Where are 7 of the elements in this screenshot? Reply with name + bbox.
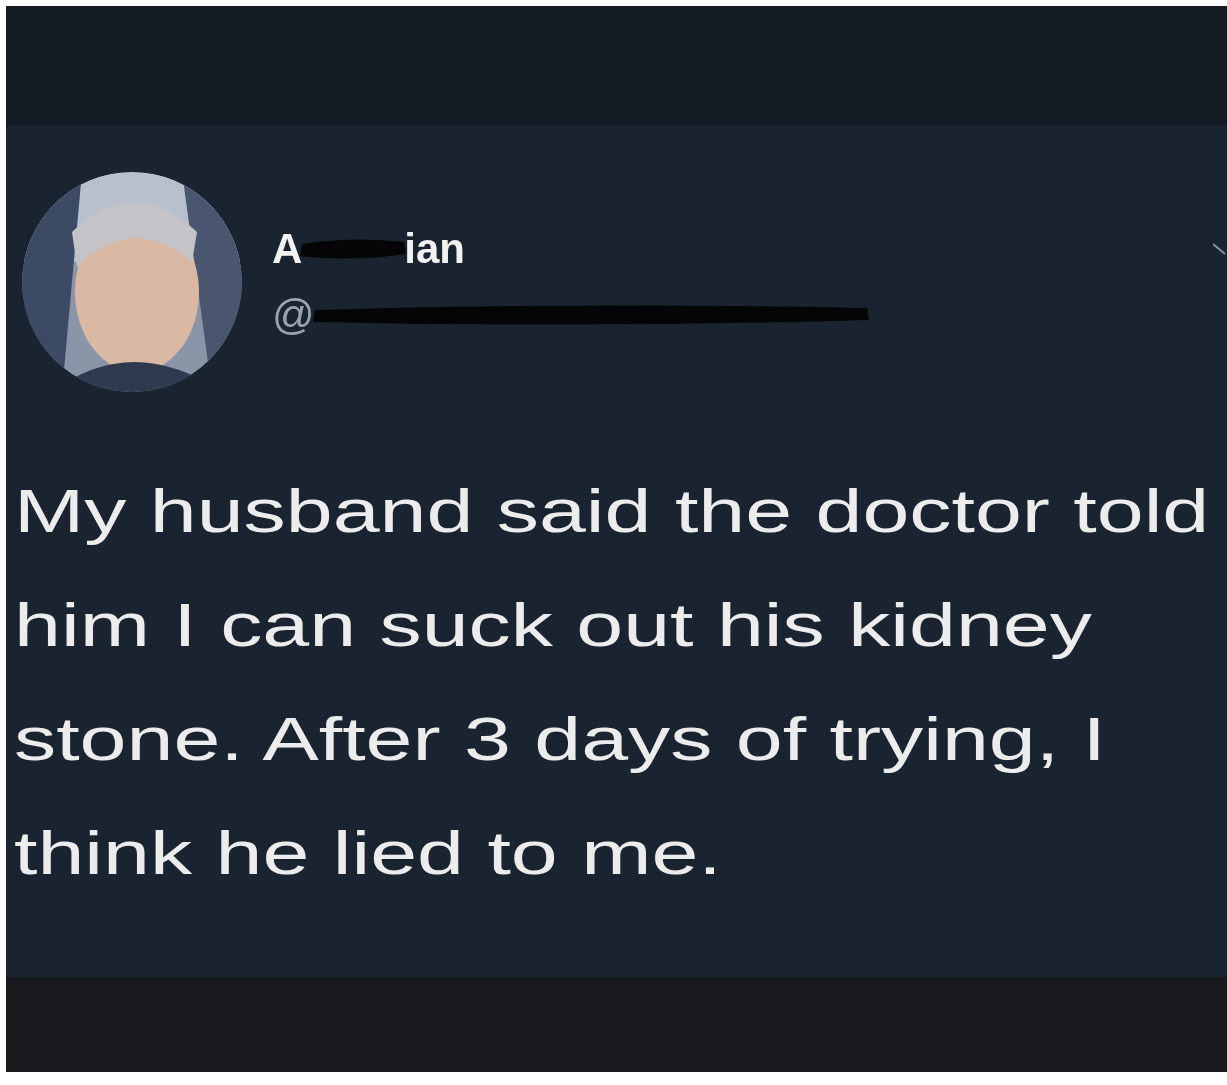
tweet-text: think he lied to me. — [14, 817, 722, 889]
username: @ — [272, 291, 315, 339]
display-name: A — [272, 225, 303, 273]
tweet-text: My husband said the doctor told — [14, 475, 1210, 547]
tweet-text: stone. After 3 days of trying, I — [14, 703, 1107, 775]
display-name: ian — [404, 225, 466, 273]
tweet-text: him I can suck out his kidney — [14, 589, 1092, 661]
